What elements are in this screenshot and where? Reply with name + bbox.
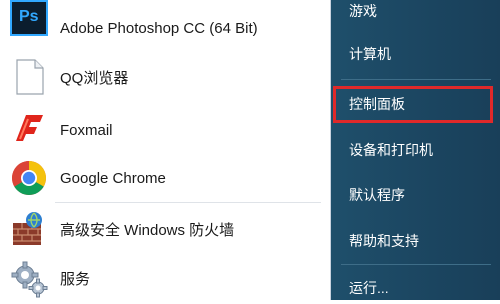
foxmail-icon — [10, 109, 48, 147]
document-icon — [10, 58, 48, 96]
program-item-qq-browser[interactable]: QQ浏览器 — [0, 52, 330, 100]
program-item-foxmail[interactable]: Foxmail — [0, 104, 330, 152]
program-item-services[interactable]: 服务 — [0, 256, 330, 304]
program-label-google-chrome: Google Chrome — [60, 170, 166, 187]
firewall-icon — [10, 211, 48, 249]
photoshop-icon: Ps — [10, 0, 48, 36]
program-label-photoshop: Adobe Photoshop CC (64 Bit) — [60, 20, 258, 37]
menu-item-help-support[interactable]: 帮助和支持 — [331, 226, 500, 256]
start-menu-system-pane: 游戏 计算机 控制面板 设备和打印机 默认程序 帮助和支持 运行... — [331, 0, 500, 300]
menu-item-default-programs[interactable]: 默认程序 — [331, 180, 500, 210]
menu-separator — [341, 79, 491, 80]
menu-label-help-support: 帮助和支持 — [349, 233, 419, 249]
start-menu-programs-pane: Ps Adobe Photoshop CC (64 Bit) QQ浏览器 Fox… — [0, 0, 331, 300]
menu-label-default-programs: 默认程序 — [349, 187, 405, 203]
program-item-firewall[interactable]: 高级安全 Windows 防火墙 — [0, 208, 330, 256]
program-item-google-chrome[interactable]: Google Chrome — [0, 155, 330, 203]
chrome-icon — [10, 159, 48, 197]
program-label-services: 服务 — [60, 271, 91, 288]
menu-label-computer: 计算机 — [349, 46, 391, 62]
program-item-photoshop[interactable]: Ps Adobe Photoshop CC (64 Bit) — [0, 0, 330, 48]
menu-label-devices-printers: 设备和打印机 — [349, 142, 433, 158]
services-gear-icon — [10, 260, 48, 298]
program-label-qq-browser: QQ浏览器 — [60, 70, 129, 87]
menu-label-run: 运行... — [349, 280, 389, 296]
menu-separator-bottom — [341, 264, 491, 265]
control-panel-highlight-box — [333, 86, 493, 123]
program-label-firewall: 高级安全 Windows 防火墙 — [60, 222, 235, 239]
menu-item-devices-printers[interactable]: 设备和打印机 — [331, 135, 500, 165]
program-list-divider — [55, 202, 321, 203]
program-label-foxmail: Foxmail — [60, 122, 113, 139]
menu-item-run[interactable]: 运行... — [331, 273, 500, 303]
menu-item-computer[interactable]: 计算机 — [331, 39, 500, 69]
menu-label-games: 游戏 — [349, 3, 377, 19]
photoshop-icon-text: Ps — [19, 8, 39, 25]
menu-item-games[interactable]: 游戏 — [331, 0, 500, 26]
